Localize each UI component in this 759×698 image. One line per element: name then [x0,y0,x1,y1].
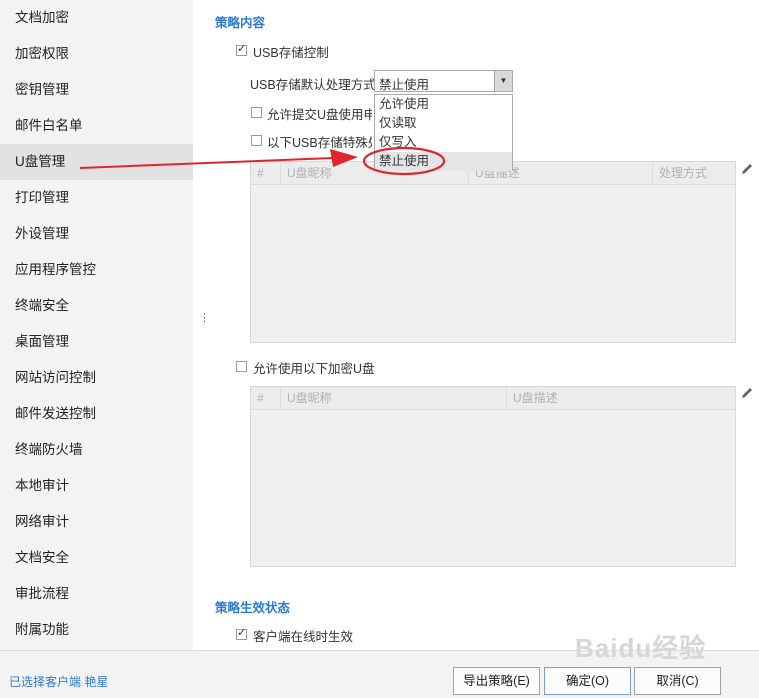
baidu-watermark: Baidu经验 [575,633,707,663]
annotation-arrow-head [330,149,358,167]
annotation-overlay [79,146,446,176]
annotation-arrow-line [79,157,334,169]
annotation-ellipse [362,146,446,176]
